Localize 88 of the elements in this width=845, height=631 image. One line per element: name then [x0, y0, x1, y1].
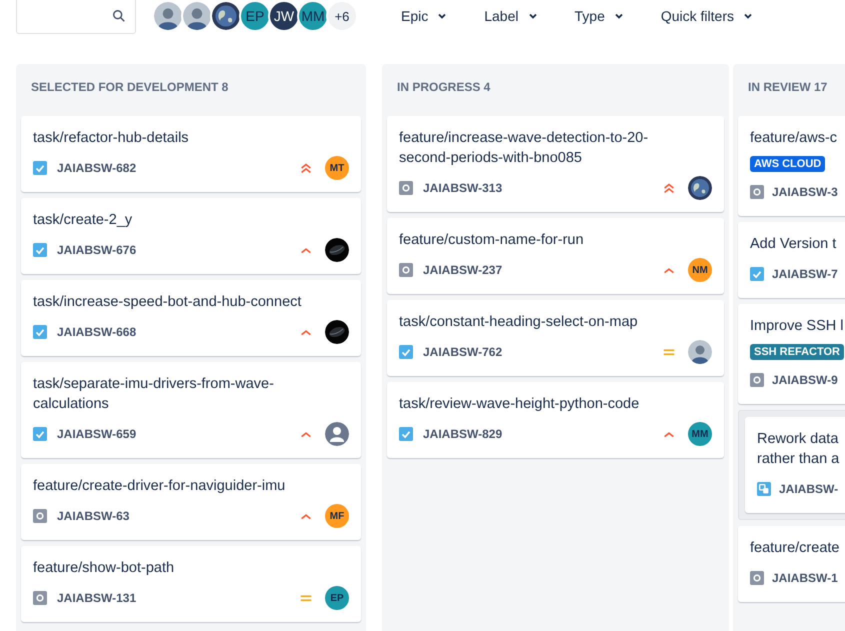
circle-icon	[33, 591, 47, 605]
issue-card[interactable]: feature/create JAIABSW-1	[738, 526, 845, 602]
circle-icon	[399, 263, 413, 277]
card-title: task/increase-speed-bot-and-hub-connect	[33, 293, 302, 312]
issue-key[interactable]: JAIABSW-7	[772, 267, 838, 281]
column-title: IN REVIEW 17	[747, 79, 828, 96]
label-tag: SSH REFACTOR	[750, 344, 844, 360]
issue-key[interactable]: JAIABSW-63	[57, 509, 130, 523]
filter-dropdown[interactable]: Quick filters	[652, 8, 762, 24]
card-title: feature/aws-c	[750, 129, 838, 148]
issue-card[interactable]: task/increase-speed-bot-and-hub-connect JAIABSW-668	[21, 280, 361, 356]
circle-icon	[399, 181, 413, 195]
issue-key[interactable]: JAIABSW-	[779, 482, 838, 496]
more-avatars[interactable]: +6	[326, 0, 358, 32]
avatar: EP	[325, 586, 349, 610]
card-title: task/review-wave-height-python-code	[399, 395, 640, 414]
card-title: task/refactor-hub-details	[33, 129, 190, 148]
card-title: Rework data rather than a	[757, 430, 840, 469]
card-title: feature/increase-wave-detection-to-20-second-periods-with-bno085	[399, 129, 650, 168]
card-title: Improve SSH l	[750, 317, 844, 336]
issue-card[interactable]: feature/aws-c AWS CLOUD JAIABSW-3	[738, 116, 845, 216]
issue-key[interactable]: JAIABSW-829	[423, 427, 502, 441]
card-title: task/separate-imu-drivers-from-wave-calculations	[33, 375, 275, 414]
issue-key[interactable]: JAIABSW-131	[57, 591, 136, 605]
card-title: feature/create	[750, 539, 840, 558]
issue-card[interactable]: Add Version t JAIABSW-7	[738, 222, 845, 298]
avatar-icon	[152, 0, 184, 32]
avatar: EP	[239, 0, 271, 32]
filter-dropdown[interactable]: Label	[476, 8, 546, 24]
issue-key[interactable]: JAIABSW-659	[57, 427, 136, 441]
globe-icon	[688, 176, 712, 200]
double-chevron-icon	[299, 161, 313, 175]
subtask-icon	[757, 482, 771, 496]
avatar-icon	[688, 340, 712, 364]
checkbox-icon	[33, 427, 47, 441]
issue-card[interactable]: task/separate-imu-drivers-from-wave-calculations JAIABSW-659	[21, 362, 361, 458]
user-icon	[325, 422, 349, 446]
issue-card[interactable]: task/review-wave-height-python-code JAIABSW-829 MM	[387, 382, 724, 458]
issue-key[interactable]: JAIABSW-313	[423, 181, 502, 195]
checkbox-icon	[750, 267, 764, 281]
card-title: task/create-2_y	[33, 211, 134, 230]
column-title: SELECTED FOR DEVELOPMENT 8	[30, 79, 230, 96]
checkbox-icon	[33, 243, 47, 257]
issue-card[interactable]: Rework data rather than a JAIABSW-	[745, 417, 845, 513]
card-title: feature/show-bot-path	[33, 559, 176, 578]
filter-dropdown[interactable]: Type	[566, 8, 633, 24]
globe-icon	[210, 0, 242, 32]
filter-dropdown[interactable]: Epic	[393, 8, 456, 24]
checkbox-icon	[399, 345, 413, 359]
search-icon	[112, 9, 126, 23]
avatar-icon	[181, 0, 213, 32]
avatar: NM	[688, 258, 712, 282]
checkbox-icon	[33, 325, 47, 339]
issue-key[interactable]: JAIABSW-9	[772, 373, 838, 387]
avatar: JW	[268, 0, 300, 32]
issue-key[interactable]: JAIABSW-3	[772, 185, 838, 199]
issue-key[interactable]: JAIABSW-676	[57, 243, 136, 257]
column-title: IN PROGRESS 4	[396, 79, 492, 96]
issue-card[interactable]: feature/increase-wave-detection-to-20-second-periods-with-bno085 JAIABSW-313	[387, 116, 724, 212]
card-title: feature/create-driver-for-naviguider-imu	[33, 477, 286, 496]
label-tag: AWS CLOUD	[750, 156, 826, 172]
avatar: MM	[297, 0, 329, 32]
circle-icon	[33, 509, 47, 523]
circle-icon	[750, 373, 764, 387]
avatar: MM	[688, 422, 712, 446]
card-title: Add Version t	[750, 235, 838, 254]
issue-card[interactable]: feature/custom-name-for-run JAIABSW-237 NM	[387, 218, 724, 294]
issue-card[interactable]: task/create-2_y JAIABSW-676	[21, 198, 361, 274]
issue-card[interactable]: task/constant-heading-select-on-map JAIABSW-762	[387, 300, 724, 376]
checkbox-icon	[33, 161, 47, 175]
issue-key[interactable]: JAIABSW-237	[423, 263, 502, 277]
avatar: MF	[325, 504, 349, 528]
circle-icon	[750, 185, 764, 199]
issue-key[interactable]: JAIABSW-668	[57, 325, 136, 339]
issue-card[interactable]: task/refactor-hub-details JAIABSW-682 MT	[21, 116, 361, 192]
issue-card[interactable]: feature/show-bot-path JAIABSW-131 EP	[21, 546, 361, 622]
issue-card[interactable]: Improve SSH l SSH REFACTOR JAIABSW-9	[738, 304, 845, 404]
checkbox-icon	[399, 427, 413, 441]
avatar: MT	[325, 156, 349, 180]
card-title: task/constant-heading-select-on-map	[399, 313, 639, 332]
double-chevron-icon	[662, 181, 676, 195]
search-field[interactable]	[16, 0, 136, 34]
issue-key[interactable]: JAIABSW-762	[423, 345, 502, 359]
card-title: feature/custom-name-for-run	[399, 231, 585, 250]
issue-key[interactable]: JAIABSW-682	[57, 161, 136, 175]
circle-icon	[750, 571, 764, 585]
issue-card[interactable]: feature/create-driver-for-naviguider-imu JAIABSW-63 MF	[21, 464, 361, 540]
issue-key[interactable]: JAIABSW-1	[772, 571, 838, 585]
